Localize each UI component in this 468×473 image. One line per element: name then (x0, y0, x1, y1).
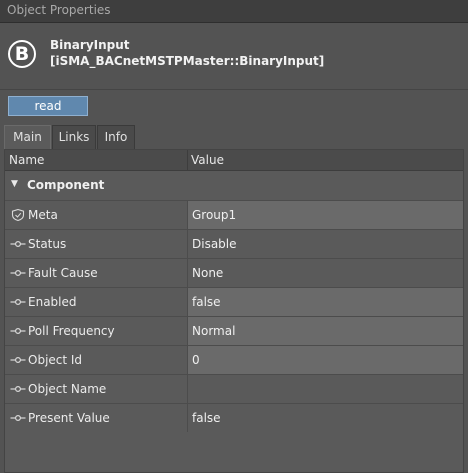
row-name: Fault Cause (28, 266, 98, 280)
row-value-cell (187, 375, 463, 403)
property-table: Name Value ▼ Component Meta Group1 Statu… (4, 149, 464, 473)
row-value-cell: None (187, 259, 463, 287)
row-value: Normal (192, 324, 236, 338)
row-name: Object Name (28, 382, 107, 396)
row-name: Status (28, 237, 67, 251)
row-name: Enabled (28, 295, 77, 309)
column-header-name[interactable]: Name (9, 153, 44, 167)
row-name: Meta (28, 208, 58, 222)
row-value-field[interactable]: 0 (187, 346, 463, 374)
row-name: Object Id (28, 353, 83, 367)
object-name: BinaryInput (50, 38, 130, 52)
property-slot-icon (10, 298, 26, 306)
table-row[interactable]: Object Id 0 (5, 345, 463, 374)
binary-object-badge-icon: B (8, 40, 36, 68)
row-value: 0 (192, 353, 200, 367)
tab-main[interactable]: Main (4, 125, 51, 149)
row-value-cell: false (187, 404, 463, 432)
read-button[interactable]: read (8, 96, 88, 116)
table-row[interactable]: Fault Cause None (5, 258, 463, 287)
table-row[interactable]: Present Value false (5, 403, 463, 432)
column-header-value[interactable]: Value (191, 153, 224, 167)
property-slot-icon (10, 269, 26, 277)
row-value: false (192, 295, 221, 309)
row-value-cell: Disable (187, 230, 463, 258)
row-value: false (192, 411, 221, 425)
table-row[interactable]: Enabled false (5, 287, 463, 316)
component-group-row[interactable]: ▼ Component (5, 171, 463, 200)
object-type: [iSMA_BACnetMSTPMaster::BinaryInput] (50, 54, 325, 68)
collapse-caret-icon[interactable]: ▼ (11, 179, 18, 189)
table-header: Name Value (5, 150, 463, 171)
table-row[interactable]: Meta Group1 (5, 200, 463, 229)
panel-title: Object Properties (7, 3, 111, 17)
row-value: Group1 (192, 208, 237, 222)
row-value: None (192, 266, 224, 280)
row-value: Disable (192, 237, 237, 251)
row-value-field[interactable]: false (187, 288, 463, 316)
panel-titlebar: Object Properties (0, 0, 468, 23)
property-slot-icon (10, 327, 26, 335)
table-row[interactable]: Status Disable (5, 229, 463, 258)
property-slot-icon (10, 356, 26, 364)
object-header: B BinaryInput [iSMA_BACnetMSTPMaster::Bi… (0, 23, 468, 89)
table-row[interactable]: Object Name (5, 374, 463, 403)
table-row[interactable]: Poll Frequency Normal (5, 316, 463, 345)
tab-info[interactable]: Info (97, 125, 135, 149)
property-slot-icon (10, 385, 26, 393)
row-name: Poll Frequency (28, 324, 115, 338)
column-divider[interactable] (187, 150, 188, 170)
row-name: Present Value (28, 411, 110, 425)
tab-links[interactable]: Links (52, 125, 96, 149)
row-value-field[interactable]: Normal (187, 317, 463, 345)
shield-icon (11, 209, 25, 221)
header-divider (0, 89, 468, 90)
property-slot-icon (10, 414, 26, 422)
row-value-field[interactable]: Group1 (187, 201, 463, 229)
group-label: Component (27, 178, 105, 192)
property-slot-icon (10, 240, 26, 248)
